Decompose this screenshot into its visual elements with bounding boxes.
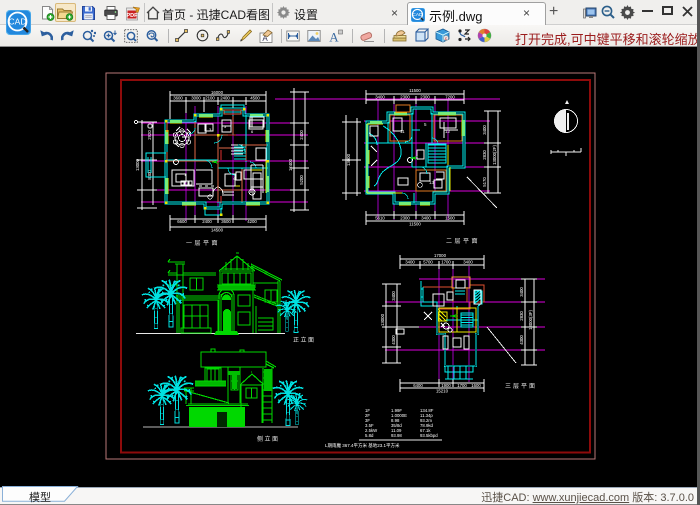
svg-text:2400: 2400	[299, 130, 304, 140]
svg-text:13000: 13000	[346, 153, 351, 166]
svg-text:14500: 14500	[211, 228, 224, 233]
svg-text:2300: 2300	[400, 216, 410, 221]
svg-text:93.5kbpd: 93.5kbpd	[420, 433, 438, 438]
svg-text:12400: 12400	[288, 158, 293, 171]
svg-text:3400: 3400	[519, 287, 524, 297]
svg-text:4300: 4300	[391, 335, 396, 345]
svg-text:L期雨魔 367.4平方米 基地23.1平方米: L期雨魔 367.4平方米 基地23.1平方米	[325, 442, 400, 449]
svg-text:5170: 5170	[482, 177, 487, 187]
svg-text:CAD: CAD	[9, 17, 27, 27]
svg-text:3400: 3400	[482, 125, 487, 135]
svg-text:3600: 3600	[221, 219, 231, 224]
svg-text:13000: 13000	[380, 313, 385, 326]
svg-text:6400: 6400	[413, 383, 423, 388]
svg-text:5.8d: 5.8d	[365, 433, 374, 438]
svg-text:三层平面: 三层平面	[505, 383, 537, 390]
svg-text:CAD: CAD	[412, 12, 423, 18]
svg-text:PDF: PDF	[127, 13, 139, 19]
svg-text:17000: 17000	[434, 253, 447, 258]
svg-text:6600: 6600	[177, 219, 187, 224]
svg-text:13000: 13000	[135, 158, 140, 171]
svg-text:4200: 4200	[247, 219, 257, 224]
svg-text:3400: 3400	[421, 216, 431, 221]
svg-text:16000: 16000	[211, 90, 224, 95]
svg-text:2300: 2300	[400, 95, 410, 100]
svg-text:93.98: 93.98	[391, 433, 402, 438]
svg-text:正立面: 正立面	[293, 336, 316, 344]
svg-text:A: A	[329, 30, 339, 44]
svg-text:3000: 3000	[191, 96, 201, 101]
svg-text:2100: 2100	[205, 96, 215, 101]
svg-text:13000(3F): 13000(3F)	[528, 310, 533, 330]
svg-text:5700: 5700	[423, 260, 433, 265]
svg-text:2920: 2920	[147, 130, 152, 140]
svg-text:11500: 11500	[409, 88, 421, 93]
svg-text:2830: 2830	[482, 150, 487, 160]
svg-text:5610: 5610	[375, 216, 385, 221]
svg-text:二层平面: 二层平面	[446, 238, 480, 245]
svg-text:3400: 3400	[391, 291, 396, 301]
svg-text:11: 11	[400, 129, 405, 134]
svg-text:13000(2F): 13000(2F)	[492, 145, 497, 165]
svg-text:侧立面: 侧立面	[257, 435, 280, 443]
svg-text:3400: 3400	[405, 260, 415, 265]
svg-text:1700: 1700	[457, 383, 467, 388]
svg-text:4300: 4300	[519, 335, 524, 345]
svg-text:1700: 1700	[441, 260, 451, 265]
svg-text:15210: 15210	[436, 389, 449, 394]
svg-text:3400: 3400	[375, 95, 385, 100]
svg-text:7200: 7200	[445, 95, 455, 100]
svg-text:1500: 1500	[445, 216, 455, 221]
svg-text:2400: 2400	[220, 96, 230, 101]
svg-text:3600: 3600	[173, 96, 183, 101]
svg-text:2400: 2400	[202, 219, 212, 224]
svg-text:1900: 1900	[441, 383, 451, 388]
svg-text:4500: 4500	[250, 96, 260, 101]
svg-text:2300: 2300	[420, 95, 430, 100]
svg-text:一层平面: 一层平面	[186, 240, 220, 247]
svg-text:3400: 3400	[463, 260, 473, 265]
svg-text:2830: 2830	[519, 311, 524, 321]
svg-text:5200: 5200	[299, 175, 304, 185]
svg-text:11500: 11500	[409, 222, 421, 227]
svg-text:1600: 1600	[471, 383, 481, 388]
